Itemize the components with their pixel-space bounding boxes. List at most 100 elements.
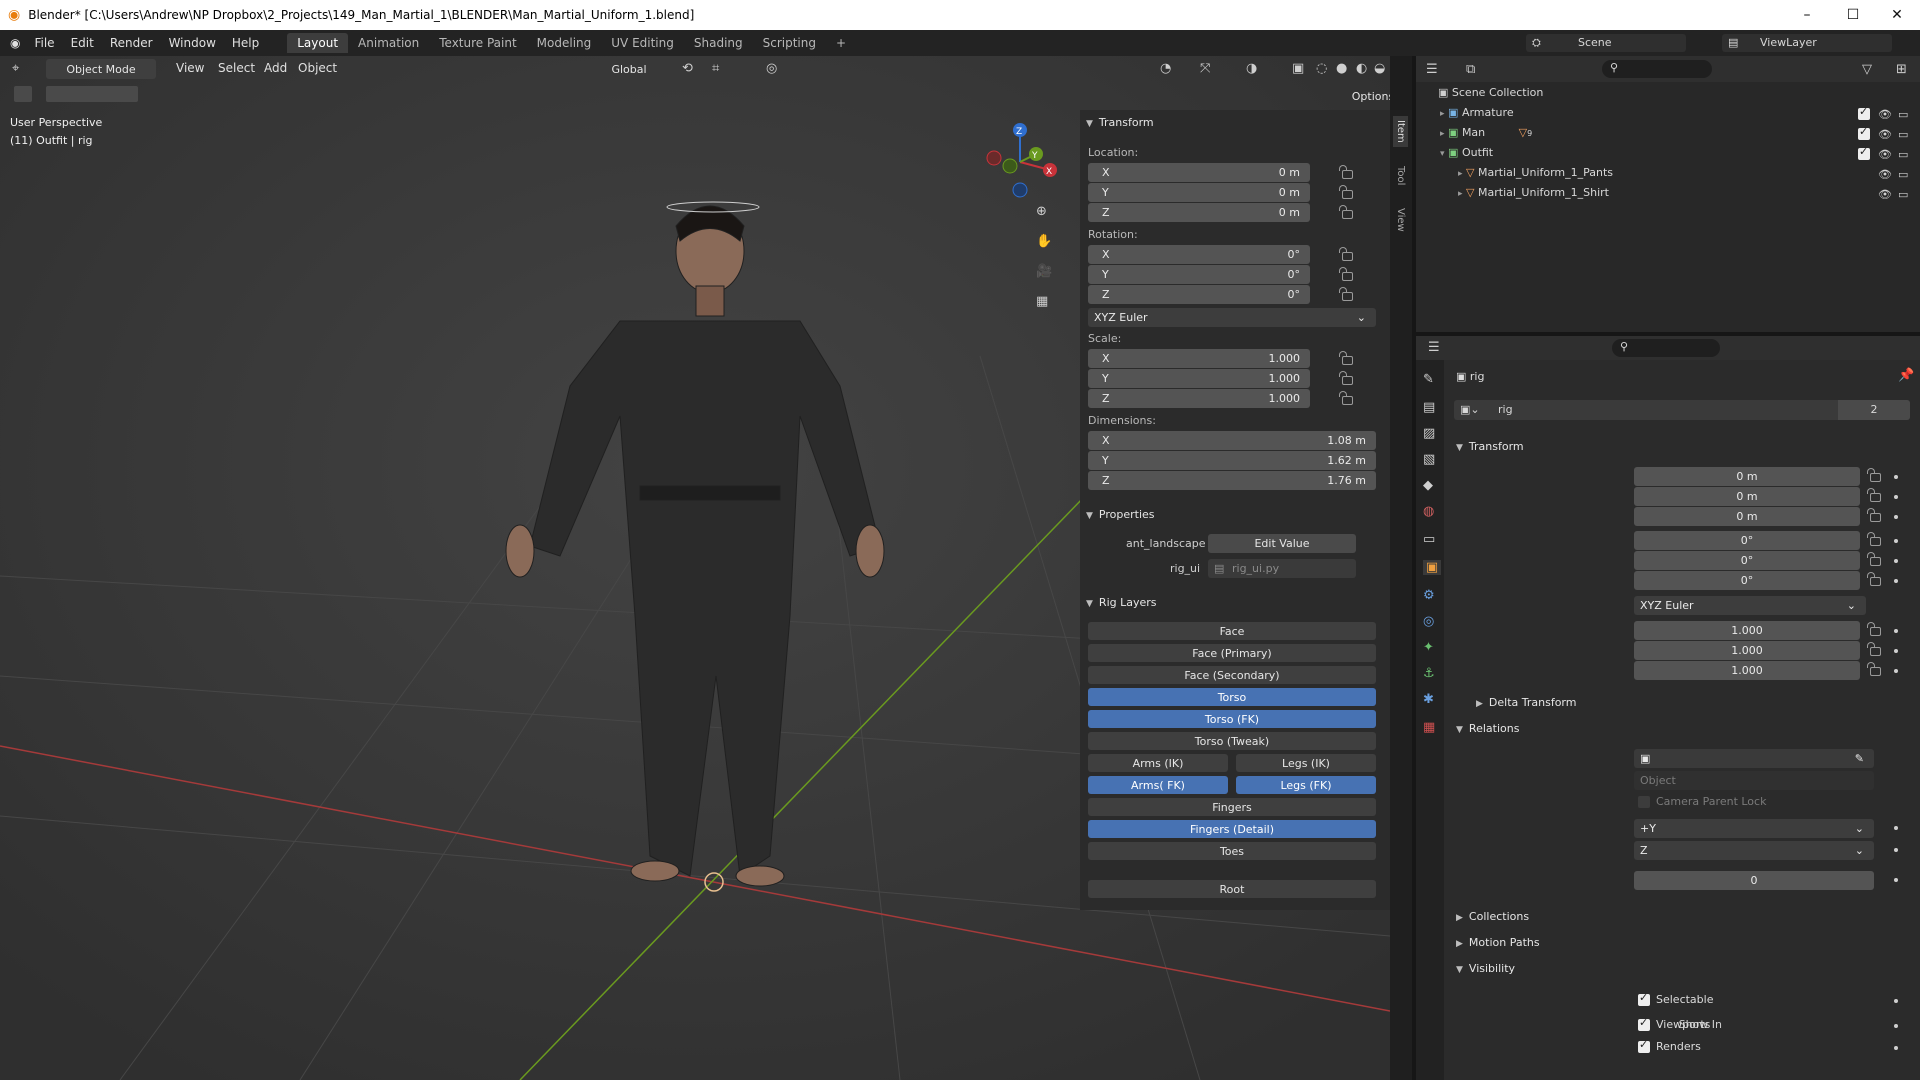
eye-icon[interactable]: 👁 xyxy=(1878,168,1892,181)
collection-tab-icon[interactable]: ▭ xyxy=(1423,532,1435,547)
menu-help[interactable]: Help xyxy=(224,36,267,50)
camera-parent-lock-checkbox[interactable] xyxy=(1638,796,1650,808)
menu-render[interactable]: Render xyxy=(102,36,161,50)
props-location-y-field[interactable]: 0 m xyxy=(1634,487,1860,506)
lock-icon[interactable] xyxy=(1339,267,1353,281)
layer-face-secondary-button[interactable]: Face (Secondary) xyxy=(1088,666,1376,684)
layer-toes-button[interactable]: Toes xyxy=(1088,842,1376,860)
new-collection-icon[interactable]: ⊞ xyxy=(1896,62,1907,77)
keyframe-dot-icon[interactable] xyxy=(1894,579,1898,583)
keyframe-dot-icon[interactable] xyxy=(1894,878,1898,882)
lock-icon[interactable] xyxy=(1867,468,1881,482)
keyframe-dot-icon[interactable] xyxy=(1894,1024,1898,1028)
up-axis-dropdown[interactable]: Z ⌄ xyxy=(1634,841,1874,860)
location-x-field[interactable]: X0 m xyxy=(1088,163,1310,182)
maximize-button[interactable]: ☐ xyxy=(1830,0,1876,30)
lock-icon[interactable] xyxy=(1339,205,1353,219)
keyframe-dot-icon[interactable] xyxy=(1894,999,1898,1003)
layer-torso-fk-button[interactable]: Torso (FK) xyxy=(1088,710,1376,728)
dimension-y-field[interactable]: Y 1.62 m xyxy=(1088,451,1376,470)
relations-header[interactable]: ▼ Relations xyxy=(1456,722,1519,735)
keyframe-dot-icon[interactable] xyxy=(1894,475,1898,479)
props-rotation-mode-dropdown[interactable]: XYZ Euler ⌄ xyxy=(1634,596,1866,615)
add-workspace-icon[interactable]: + xyxy=(826,33,856,53)
viewport-menu-view[interactable]: View xyxy=(168,61,212,75)
tab-layout[interactable]: Layout xyxy=(287,33,349,53)
pivot-icon[interactable]: ⟲ xyxy=(682,61,693,76)
keyframe-dot-icon[interactable] xyxy=(1894,848,1898,852)
select-tool-icons[interactable] xyxy=(14,86,138,105)
constraints-tab-icon[interactable]: ⚓ xyxy=(1423,666,1435,681)
dimension-x-field[interactable]: X 1.08 m xyxy=(1088,431,1376,450)
render-tab-icon[interactable]: ▤ xyxy=(1423,400,1435,415)
keyframe-dot-icon[interactable] xyxy=(1894,649,1898,653)
layer-torso-tweak-button[interactable]: Torso (Tweak) xyxy=(1088,732,1376,750)
overlays-icon[interactable]: ◑ xyxy=(1246,61,1257,76)
layer-fingers-detail-button[interactable]: Fingers (Detail) xyxy=(1088,820,1376,838)
location-y-field[interactable]: Y0 m xyxy=(1088,183,1310,202)
renders-checkbox[interactable] xyxy=(1638,1038,1650,1053)
layer-face-button[interactable]: Face xyxy=(1088,622,1376,640)
lock-icon[interactable] xyxy=(1867,662,1881,676)
layer-legs-fk-button[interactable]: Legs (FK) xyxy=(1236,776,1376,794)
tool-tab-icon[interactable]: ✎ xyxy=(1423,372,1434,387)
props-scale-y-field[interactable]: 1.000 xyxy=(1634,641,1860,660)
render-camera-icon[interactable]: ▭ xyxy=(1898,168,1908,181)
tab-item[interactable]: Item xyxy=(1393,116,1408,147)
minimize-button[interactable]: – xyxy=(1784,0,1830,30)
navigation-gizmo[interactable]: Z X Y xyxy=(980,118,1060,198)
rotation-mode-dropdown[interactable]: XYZ Euler ⌄ xyxy=(1088,308,1376,327)
keyframe-dot-icon[interactable] xyxy=(1894,629,1898,633)
viewlayer-selector[interactable]: ▤ ViewLayer xyxy=(1722,34,1892,52)
motion-paths-header[interactable]: ▶ Motion Paths xyxy=(1456,936,1540,949)
tab-view[interactable]: View xyxy=(1393,204,1408,236)
orientation-selector[interactable]: Global xyxy=(584,59,674,79)
xray-icon[interactable]: ▣ xyxy=(1292,61,1304,76)
menu-edit[interactable]: Edit xyxy=(63,36,102,50)
texture-tab-icon[interactable]: ▦ xyxy=(1423,720,1435,735)
viewport-menu-object[interactable]: Object xyxy=(290,61,345,75)
transform-section-header[interactable]: ▼ Transform xyxy=(1086,116,1154,129)
eye-icon[interactable]: 👁 xyxy=(1878,188,1892,201)
menu-file[interactable]: File xyxy=(26,36,62,50)
outliner-row-shirt[interactable]: ▸ ▽ Martial_Uniform_1_Shirt xyxy=(1458,186,1918,204)
proportional-edit-icon[interactable]: ◎ xyxy=(766,61,777,76)
rendered-shading-icon[interactable]: ◒ xyxy=(1374,61,1385,76)
props-location-z-field[interactable]: 0 m xyxy=(1634,507,1860,526)
layer-arms-ik-button[interactable]: Arms (IK) xyxy=(1088,754,1228,772)
viewports-checkbox[interactable] xyxy=(1638,1016,1650,1031)
layer-face-primary-button[interactable]: Face (Primary) xyxy=(1088,644,1376,662)
tracking-axis-dropdown[interactable]: +Y ⌄ xyxy=(1634,819,1874,838)
parent-type-dropdown[interactable]: Object xyxy=(1634,771,1874,790)
lock-icon[interactable] xyxy=(1867,642,1881,656)
location-z-field[interactable]: Z0 m xyxy=(1088,203,1310,222)
output-tab-icon[interactable]: ▨ xyxy=(1423,426,1435,441)
lock-icon[interactable] xyxy=(1339,351,1353,365)
eye-icon[interactable]: 👁 xyxy=(1878,148,1892,161)
render-camera-icon[interactable]: ▭ xyxy=(1898,128,1908,141)
keyframe-dot-icon[interactable] xyxy=(1894,1046,1898,1050)
layer-root-button[interactable]: Root xyxy=(1088,880,1376,898)
collections-header[interactable]: ▶ Collections xyxy=(1456,910,1529,923)
mode-selector[interactable]: Object Mode xyxy=(46,59,156,79)
render-camera-icon[interactable]: ▭ xyxy=(1898,108,1908,121)
tab-texture-paint[interactable]: Texture Paint xyxy=(429,33,526,53)
outliner-search-input[interactable]: ⚲ xyxy=(1602,60,1712,78)
tab-animation[interactable]: Animation xyxy=(348,33,429,53)
props-rotation-x-field[interactable]: 0° xyxy=(1634,531,1860,550)
lock-icon[interactable] xyxy=(1339,391,1353,405)
properties-search-input[interactable]: ⚲ xyxy=(1612,339,1720,357)
props-transform-header[interactable]: ▼ Transform xyxy=(1456,440,1524,453)
layer-legs-ik-button[interactable]: Legs (IK) xyxy=(1236,754,1376,772)
props-scale-x-field[interactable]: 1.000 xyxy=(1634,621,1860,640)
outliner-editor-icon[interactable]: ☰ xyxy=(1426,62,1438,77)
layer-fingers-button[interactable]: Fingers xyxy=(1088,798,1376,816)
physics-tab-icon[interactable]: ✦ xyxy=(1423,640,1434,655)
display-mode-icon[interactable]: ⧉ xyxy=(1466,62,1475,77)
lock-icon[interactable] xyxy=(1339,165,1353,179)
selectable-checkbox[interactable] xyxy=(1638,991,1650,1006)
blender-menu-icon[interactable]: ◉ xyxy=(10,36,20,50)
solid-shading-icon[interactable]: ● xyxy=(1336,61,1347,76)
filter-icon[interactable]: ▽ xyxy=(1862,62,1872,77)
exclude-checkbox[interactable] xyxy=(1858,145,1870,160)
